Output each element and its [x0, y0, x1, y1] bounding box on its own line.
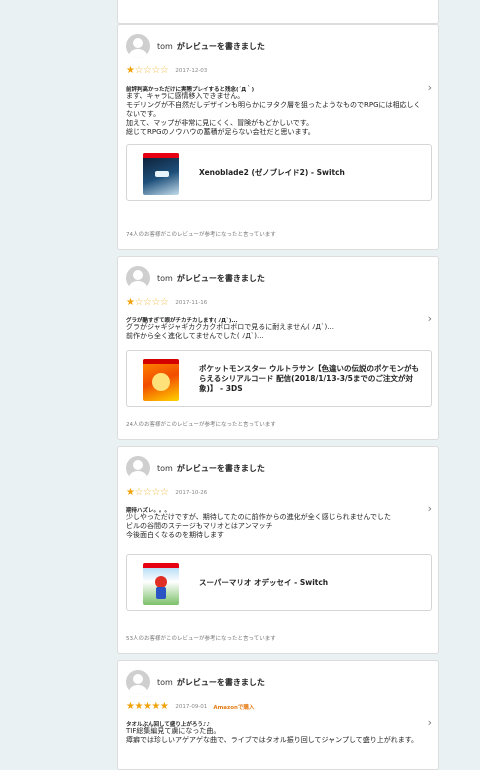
chevron-right-icon[interactable]: ›: [428, 502, 432, 515]
user-name[interactable]: tom: [157, 42, 173, 51]
review-date: 2017-09-01: [175, 704, 208, 710]
star-icon: ☆: [151, 65, 160, 76]
review-date: 2017-11-16: [175, 300, 208, 306]
star-icon: ★: [151, 701, 160, 712]
helpful-count: 53人のお客様がこのレビューが参考になったと言っています: [126, 636, 276, 642]
star-icon: ☆: [159, 487, 169, 498]
chevron-right-icon[interactable]: ›: [428, 81, 432, 94]
star-rating: ★☆☆☆☆: [126, 487, 169, 498]
review-body[interactable]: ます、キャラに感情移入できません。 モデリングが不自然だしデザインも明らかにヲタ…: [126, 92, 426, 137]
star-icon: ☆: [159, 297, 169, 308]
star-rating: ★★★★★: [126, 701, 169, 712]
product-card[interactable]: ポケットモンスター ウルトラサン【色違いの伝説のポケモンがもらえるシリアルコード…: [126, 350, 432, 407]
product-name[interactable]: ポケットモンスター ウルトラサン【色違いの伝説のポケモンがもらえるシリアルコード…: [199, 351, 425, 406]
review-card: tom がレビューを書きました ★☆☆☆☆ 2017-11-16 グラが酷すぎて…: [117, 256, 439, 440]
review-card: tom がレビューを書きました ★☆☆☆☆ 2017-10-26 期待ハズレ。。…: [117, 446, 439, 654]
review-body[interactable]: 少しやっただけですが、期待してたのに前作からの進化が全く感じられませんでした ビ…: [126, 513, 426, 540]
review-card-partial: [117, 0, 439, 24]
star-icon: ★: [159, 701, 169, 712]
star-icon: ☆: [151, 487, 160, 498]
review-card: tom がレビューを書きました ★★★★★ 2017-09-01 Amazonで…: [117, 660, 439, 770]
review-header: tom がレビューを書きました: [126, 669, 265, 695]
user-name[interactable]: tom: [157, 464, 173, 473]
review-card: tom がレビューを書きました ★☆☆☆☆ 2017-12-03 前評判高かった…: [117, 24, 439, 250]
star-icon: ★: [134, 701, 143, 712]
review-action-text: がレビューを書きました: [176, 677, 265, 687]
review-body[interactable]: グラがジャギジャギカクカクボロボロで見るに耐えません( ﾉД`)... 前作から…: [126, 323, 426, 341]
rating-row: ★☆☆☆☆ 2017-12-03: [126, 66, 207, 76]
avatar[interactable]: [126, 34, 150, 58]
chevron-right-icon[interactable]: ›: [428, 716, 432, 729]
rating-row: ★☆☆☆☆ 2017-11-16: [126, 298, 207, 308]
star-icon: ☆: [134, 65, 143, 76]
helpful-count: 74人のお客様がこのレビューが参考になったと言っています: [126, 232, 276, 238]
review-action-text: がレビューを書きました: [176, 273, 265, 283]
star-icon: ☆: [134, 297, 143, 308]
review-header: tom がレビューを書きました: [126, 33, 265, 59]
star-rating: ★☆☆☆☆: [126, 297, 169, 308]
review-body[interactable]: TIF総集編見て虜になった曲。 瘴癖では珍しいアゲアゲな曲で、ライブではタオル振…: [126, 727, 426, 745]
product-name[interactable]: Xenoblade2 (ゼノブレイド2) - Switch: [199, 145, 425, 200]
product-card[interactable]: Xenoblade2 (ゼノブレイド2) - Switch: [126, 144, 432, 201]
helpful-count: 24人のお客様がこのレビューが参考になったと言っています: [126, 422, 276, 428]
product-image[interactable]: [143, 359, 179, 401]
user-name[interactable]: tom: [157, 678, 173, 687]
product-image[interactable]: [143, 153, 179, 195]
product-card[interactable]: スーパーマリオ オデッセイ - Switch: [126, 554, 432, 611]
product-name[interactable]: スーパーマリオ オデッセイ - Switch: [199, 555, 425, 610]
product-image[interactable]: [143, 563, 179, 605]
star-icon: ☆: [134, 487, 143, 498]
review-action-text: がレビューを書きました: [176, 41, 265, 51]
chevron-right-icon[interactable]: ›: [428, 312, 432, 325]
avatar[interactable]: [126, 670, 150, 694]
verified-purchase-badge: Amazonで購入: [213, 705, 255, 711]
review-header: tom がレビューを書きました: [126, 265, 265, 291]
review-action-text: がレビューを書きました: [176, 463, 265, 473]
rating-row: ★★★★★ 2017-09-01 Amazonで購入: [126, 702, 254, 712]
avatar[interactable]: [126, 266, 150, 290]
star-icon: ☆: [151, 297, 160, 308]
star-rating: ★☆☆☆☆: [126, 65, 169, 76]
star-icon: ☆: [159, 65, 169, 76]
avatar[interactable]: [126, 456, 150, 480]
review-date: 2017-12-03: [175, 68, 208, 74]
review-header: tom がレビューを書きました: [126, 455, 265, 481]
user-name[interactable]: tom: [157, 274, 173, 283]
review-date: 2017-10-26: [175, 490, 208, 496]
rating-row: ★☆☆☆☆ 2017-10-26: [126, 488, 207, 498]
